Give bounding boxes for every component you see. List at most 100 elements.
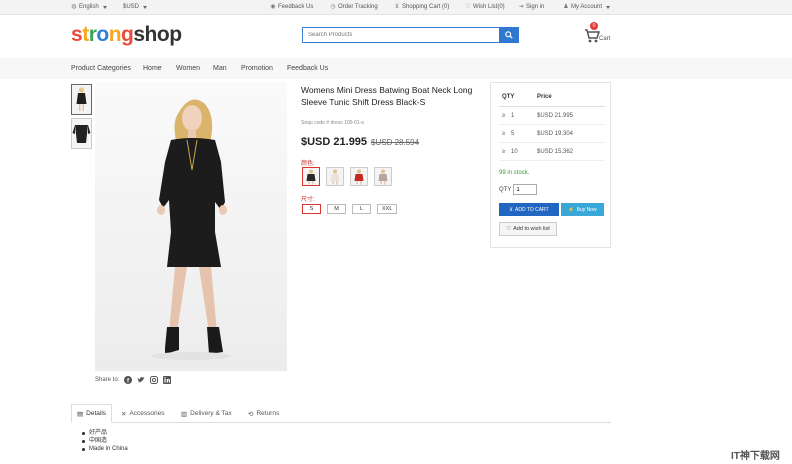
- order-tracking-link[interactable]: ◷ Order Tracking: [330, 4, 378, 10]
- tab-accessories[interactable]: ✕ Accessories: [116, 404, 170, 423]
- product-thumbnail[interactable]: [71, 84, 92, 115]
- stock-status: 99 in stock.: [499, 170, 530, 176]
- qty-label: QTY: [499, 186, 512, 193]
- nav-home[interactable]: Home: [143, 65, 162, 72]
- chevron-down-icon: [606, 5, 611, 9]
- clock-icon: ◷: [330, 4, 336, 10]
- original-price: $USD 28.594: [371, 138, 420, 147]
- cart-icon: [585, 29, 600, 43]
- list-item: 中国造: [82, 437, 128, 445]
- logo-letter: shop: [133, 23, 182, 46]
- facebook-icon[interactable]: f: [124, 376, 133, 384]
- tab-label: Accessories: [129, 410, 165, 417]
- linkedin-icon[interactable]: [163, 376, 172, 384]
- login-icon: ⇥: [518, 4, 524, 10]
- swatch-dress-image: [375, 168, 391, 185]
- swatch-dress-image: [351, 168, 367, 185]
- order-tracking-label: Order Tracking: [338, 4, 378, 10]
- search-icon: [505, 31, 513, 39]
- tier-price: $USD 15.362: [537, 149, 574, 155]
- add-to-cart-button[interactable]: ⊻ ADD TO CART: [499, 203, 559, 216]
- product-tabs: ▤ Details ✕ Accessories ▥ Delivery & Tax…: [71, 404, 611, 423]
- tools-icon: ✕: [121, 410, 127, 418]
- price-tier-row: ≥ 10 $USD 15.362: [499, 143, 605, 161]
- language-selector[interactable]: ◍ English: [71, 4, 107, 10]
- buy-now-button[interactable]: ⚡ Buy Now: [561, 203, 604, 216]
- size-option[interactable]: M: [327, 204, 346, 214]
- tab-details[interactable]: ▤ Details: [71, 404, 113, 423]
- nav-feedback[interactable]: Feedback Us: [287, 65, 328, 72]
- product-thumbnail[interactable]: [71, 118, 92, 149]
- tab-returns[interactable]: ⟲ Returns: [243, 404, 284, 423]
- quantity-control: QTY: [499, 184, 538, 195]
- cart-icon: ⊻: [509, 206, 514, 213]
- shopping-cart-link[interactable]: ⊻ Shopping Cart (0): [394, 4, 450, 10]
- current-price: $USD 21.995: [301, 136, 368, 148]
- wish-list-label: Add to wish list: [513, 226, 550, 232]
- color-swatch[interactable]: [374, 167, 392, 186]
- price-header: Price: [537, 94, 552, 100]
- site-watermark: IT神下载网: [731, 451, 780, 462]
- main-product-image[interactable]: [95, 82, 287, 371]
- color-option-label: 颜色:: [301, 161, 315, 167]
- globe-icon: ◍: [71, 4, 77, 10]
- logo-letter: o: [96, 23, 109, 46]
- logo-letter: s: [71, 23, 83, 46]
- return-icon: ⟲: [248, 410, 254, 418]
- twitter-icon[interactable]: [137, 376, 145, 384]
- add-to-cart-label: ADD TO CART: [515, 206, 549, 213]
- nav-promotion[interactable]: Promotion: [241, 65, 273, 72]
- color-swatch[interactable]: [326, 167, 344, 186]
- purchase-box: QTY Price ≥ 1 $USD 21.995 ≥ 5 $USD 19.30…: [490, 82, 611, 248]
- search-input[interactable]: [302, 27, 499, 43]
- model-in-black-dress-image: [95, 82, 287, 371]
- color-swatch[interactable]: [350, 167, 368, 186]
- add-to-wish-list-button[interactable]: ♡ Add to wish list: [499, 222, 557, 236]
- currency-label: $USD: [123, 4, 140, 10]
- tier-qty: 10: [511, 149, 518, 155]
- nav-women[interactable]: Women: [176, 65, 200, 72]
- tier-qty: 1: [511, 113, 515, 119]
- instagram-icon[interactable]: [150, 376, 159, 384]
- search-button[interactable]: [499, 27, 519, 43]
- my-account-menu[interactable]: ♟ My Account: [563, 4, 611, 10]
- list-item: 好产品: [82, 429, 128, 437]
- logo-letter: n: [108, 23, 122, 46]
- nav-product-categories[interactable]: Product Categories: [71, 65, 131, 72]
- heart-icon: ♡: [465, 4, 471, 10]
- sign-in-link[interactable]: ⇥ Sign in: [518, 4, 544, 10]
- tab-label: Details: [86, 410, 107, 417]
- product-sku: Sequ code # dress 100-01-s: [301, 120, 364, 126]
- feedback-link[interactable]: ◉ Feedback Us: [270, 4, 313, 10]
- document-icon: ▤: [77, 410, 84, 418]
- details-list: 好产品 中国造 Made in China: [82, 429, 128, 453]
- dress-flat-thumbnail-image: [72, 119, 91, 148]
- currency-selector[interactable]: $USD: [123, 4, 148, 10]
- feedback-link-label: Feedback Us: [278, 4, 314, 10]
- size-option[interactable]: XXL: [377, 204, 398, 214]
- header-cart[interactable]: 0 Cart: [584, 22, 614, 46]
- size-options: S M L XXL: [302, 204, 398, 214]
- price-tier-row: ≥ 1 $USD 21.995: [499, 107, 605, 125]
- chevron-down-icon: [102, 5, 107, 9]
- size-option-label: 尺寸:: [301, 197, 315, 203]
- chevron-down-icon: [143, 5, 148, 9]
- list-item: Made in China: [82, 445, 128, 453]
- tier-operator: ≥: [502, 131, 506, 137]
- nav-man[interactable]: Man: [213, 65, 227, 72]
- cart-icon: ⊻: [394, 4, 400, 10]
- wish-list-link[interactable]: ♡ Wish List(0): [465, 4, 504, 10]
- size-option[interactable]: L: [352, 204, 371, 214]
- quantity-input[interactable]: [513, 184, 538, 195]
- swatch-dress-image: [303, 168, 319, 185]
- tab-delivery-tax[interactable]: ▥ Delivery & Tax: [176, 404, 237, 423]
- cart-count-badge: 0: [590, 22, 598, 30]
- color-swatch[interactable]: [302, 167, 320, 186]
- site-logo[interactable]: strongshop: [71, 22, 182, 48]
- tab-label: Delivery & Tax: [190, 410, 232, 417]
- tier-operator: ≥: [502, 149, 506, 155]
- size-option[interactable]: S: [302, 204, 321, 214]
- top-utility-bar: ◍ English $USD ◉ Feedback Us ◷ Order Tra…: [0, 0, 792, 15]
- shopping-cart-label: Shopping Cart (0): [402, 4, 450, 10]
- price-tier-row: ≥ 5 $USD 19.304: [499, 125, 605, 143]
